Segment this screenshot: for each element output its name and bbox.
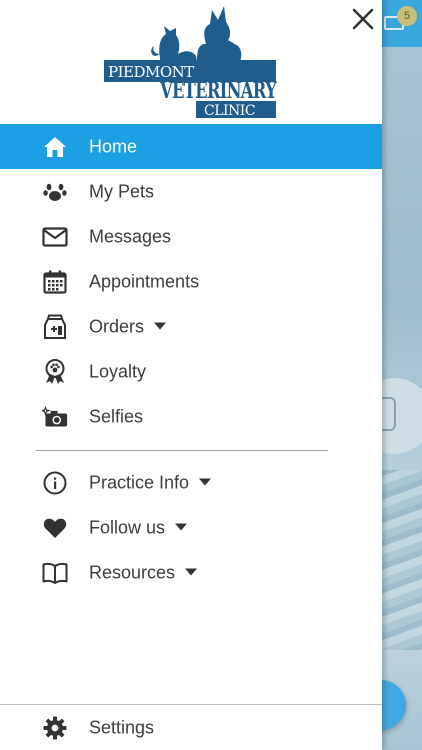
- nav-item-follow-us[interactable]: Follow us: [0, 505, 382, 550]
- envelope-icon: [42, 224, 68, 250]
- chevron-down-icon[interactable]: [199, 478, 212, 486]
- gear-icon: [42, 715, 68, 741]
- nav-item-messages[interactable]: Messages: [0, 214, 382, 259]
- nav-label-loyalty: Loyalty: [89, 361, 147, 381]
- nav-label-practice-info: Practice Info: [89, 472, 212, 493]
- nav-label-orders: Orders: [89, 316, 167, 337]
- nav-label-selfies: Selfies: [89, 406, 144, 426]
- nav-item-orders[interactable]: Orders: [0, 304, 382, 349]
- nav-label-my-pets: My Pets: [89, 181, 155, 201]
- cat-silhouette: [151, 26, 196, 62]
- nav-item-appointments[interactable]: Appointments: [0, 259, 382, 304]
- nav-label-follow-us: Follow us: [89, 517, 188, 538]
- nav-label-settings: Settings: [89, 717, 155, 737]
- nav-label-practice-info-text: Practice Info: [89, 472, 190, 492]
- award-ribbon-icon: [42, 358, 68, 385]
- navigation-drawer: PIEDMONT VETERINARY CLINIC Home My Pets …: [0, 0, 382, 750]
- book-icon: [42, 560, 68, 586]
- home-icon: [42, 134, 68, 160]
- logo-text-line2: VETERINARY: [159, 78, 277, 104]
- calendar-icon: [42, 269, 68, 295]
- nav-item-practice-info[interactable]: Practice Info: [0, 460, 382, 505]
- info-icon: [42, 470, 68, 496]
- chevron-down-icon[interactable]: [154, 322, 167, 330]
- camera-sparkle-icon: [42, 404, 68, 430]
- nav-label-appointments: Appointments: [89, 271, 200, 291]
- nav-label-follow-us-text: Follow us: [89, 517, 166, 537]
- primary-nav: Home My Pets Messages Appointments Order…: [0, 124, 382, 462]
- nav-label-orders-text: Orders: [89, 316, 145, 336]
- nav-item-selfies[interactable]: Selfies: [0, 394, 382, 439]
- menu-divider: [36, 450, 328, 451]
- logo-text-line3: CLINIC: [204, 103, 255, 119]
- nav-item-resources[interactable]: Resources: [0, 550, 382, 595]
- notification-badge: 5: [397, 6, 417, 26]
- nav-item-home[interactable]: Home: [0, 124, 382, 169]
- nav-item-my-pets[interactable]: My Pets: [0, 169, 382, 214]
- secondary-nav: Practice Info Follow us Resources: [0, 460, 382, 595]
- close-icon: [352, 8, 374, 30]
- nav-label-resources-text: Resources: [89, 562, 176, 582]
- nav-label-resources: Resources: [89, 562, 198, 583]
- close-drawer-button[interactable]: [349, 5, 377, 33]
- clinic-logo: PIEDMONT VETERINARY CLINIC: [104, 6, 278, 119]
- heart-icon: [42, 515, 68, 541]
- dog-silhouette: [196, 6, 242, 62]
- nav-label-home: Home: [89, 136, 138, 156]
- nav-item-loyalty[interactable]: Loyalty: [0, 349, 382, 394]
- background-photo: [382, 470, 422, 650]
- nav-item-settings[interactable]: Settings: [0, 705, 382, 750]
- paw-icon: [42, 179, 68, 205]
- chevron-down-icon[interactable]: [175, 523, 188, 531]
- chevron-down-icon[interactable]: [185, 568, 198, 576]
- nav-label-messages: Messages: [89, 226, 172, 246]
- food-bag-icon: [42, 314, 68, 340]
